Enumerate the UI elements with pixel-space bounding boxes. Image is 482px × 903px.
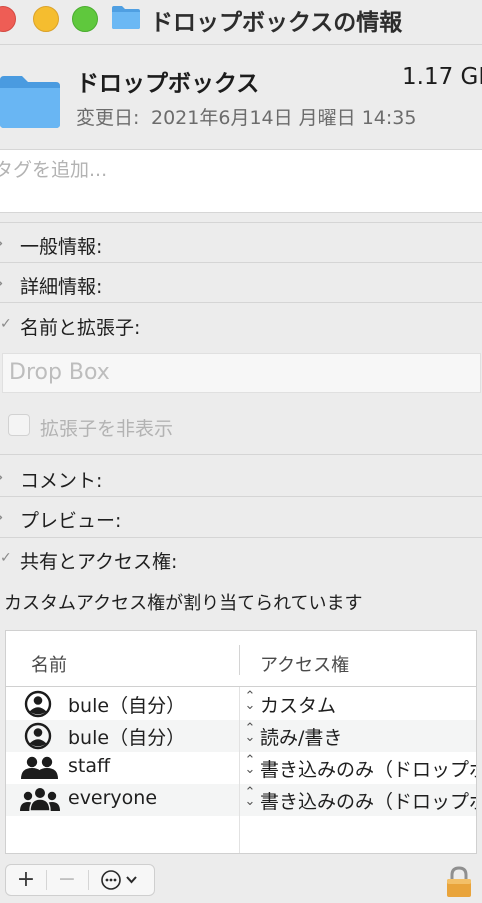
privilege-select[interactable]: 書き込みのみ（ドロップボックス） [260, 787, 476, 814]
minimize-button[interactable] [33, 6, 59, 32]
remove-user-button[interactable]: − [47, 865, 87, 895]
tags-field[interactable]: タグを追加... [0, 149, 482, 213]
section-more-info[interactable]: › 詳細情報: [0, 264, 482, 304]
close-button[interactable] [0, 6, 16, 32]
divider [0, 262, 482, 263]
column-divider [239, 645, 240, 675]
single-user-icon [24, 690, 52, 718]
name-field[interactable]: Drop Box [2, 353, 481, 393]
modified-label: 変更日: [76, 107, 140, 129]
ellipsis-circle-icon [101, 870, 137, 890]
add-user-button[interactable]: + [6, 865, 46, 895]
title-bar: ドロップボックスの情報 [0, 0, 482, 38]
divider [0, 222, 482, 223]
privilege-select[interactable]: 書き込みのみ（ドロップボックス） [260, 755, 476, 782]
everyone-icon [20, 788, 60, 812]
name-field-value: Drop Box [9, 360, 110, 385]
chevron-right-icon: › [0, 466, 4, 488]
table-row[interactable]: staff ⌃⌄ 書き込みのみ（ドロップボックス） [6, 752, 476, 784]
section-label: コメント: [20, 470, 103, 492]
modified-date: 2021年6月14日 月曜日 14:35 [151, 107, 417, 129]
lock-icon[interactable] [445, 866, 473, 898]
tags-placeholder: タグを追加... [0, 159, 108, 181]
section-general[interactable]: › 一般情報: [0, 224, 482, 264]
header-divider [6, 686, 476, 687]
table-row[interactable]: everyone ⌃⌄ 書き込みのみ（ドロップボックス） [6, 784, 476, 816]
section-sharing[interactable]: ✓ 共有とアクセス権: [0, 539, 482, 579]
zoom-button[interactable] [72, 6, 98, 32]
section-label: 詳細情報: [20, 276, 103, 298]
file-size: 1.17 GB [402, 64, 482, 90]
user-name: bule（自分） [68, 727, 186, 749]
column-header-privilege[interactable]: アクセス権 [260, 651, 349, 677]
section-label: 名前と拡張子: [20, 317, 141, 339]
action-menu-button[interactable] [90, 865, 152, 895]
chevron-right-icon: › [0, 506, 4, 528]
hide-extension-label: 拡張子を非表示 [40, 418, 174, 440]
permissions-table: 名前 アクセス権 bule（自分） ⌃ ⌄ カスタム bule（自分） ⌃ ⌄ 読み… [5, 630, 477, 854]
column-divider [239, 687, 240, 853]
permissions-status: カスタムアクセス権が割り当てられています [4, 593, 363, 614]
section-label: 一般情報: [20, 236, 103, 258]
chevron-right-icon: › [0, 232, 4, 254]
section-label: 共有とアクセス権: [20, 551, 178, 573]
user-name: everyone [68, 787, 158, 809]
toolbar-divider [88, 870, 89, 890]
updown-chevron-icon[interactable]: ⌃ ⌄ [244, 690, 256, 712]
divider [0, 496, 482, 497]
section-name-extension[interactable]: ✓ 名前と拡張子: [0, 305, 482, 345]
folder-icon [0, 76, 60, 128]
folder-icon [112, 6, 140, 29]
divider [0, 44, 482, 45]
updown-chevron-icon[interactable]: ⌃ ⌄ [244, 754, 256, 776]
table-row[interactable]: bule（自分） ⌃ ⌄ 読み/書き [6, 720, 476, 752]
permissions-toolbar: + − [5, 864, 155, 896]
user-name: staff [68, 755, 111, 777]
column-header-name[interactable]: 名前 [31, 651, 67, 677]
divider [0, 454, 482, 455]
section-label: プレビュー: [20, 510, 122, 532]
section-preview[interactable]: › プレビュー: [0, 498, 482, 538]
divider [0, 302, 482, 303]
divider [0, 537, 482, 538]
user-name: bule（自分） [68, 695, 186, 717]
table-row[interactable]: bule（自分） ⌃ ⌄ カスタム [6, 688, 476, 720]
chevron-down-icon: ✓ [0, 550, 12, 566]
window-title: ドロップボックスの情報 [150, 10, 403, 36]
chevron-down-icon: ✓ [0, 316, 12, 332]
chevron-right-icon: › [0, 272, 4, 294]
file-name: ドロップボックス [76, 71, 260, 97]
group-icon [21, 756, 58, 779]
single-user-icon [24, 722, 52, 750]
updown-chevron-icon[interactable]: ⌃ ⌄ [244, 722, 256, 744]
updown-chevron-icon[interactable]: ⌃ ⌄ [244, 786, 256, 808]
privilege-select[interactable]: 読み/書き [260, 723, 342, 750]
hide-extension-checkbox[interactable] [8, 414, 30, 436]
privilege-select[interactable]: カスタム [260, 691, 336, 718]
section-comments[interactable]: › コメント: [0, 458, 482, 498]
